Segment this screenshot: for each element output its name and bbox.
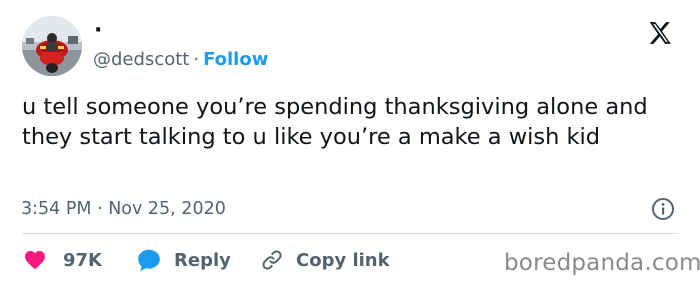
link-icon: [262, 250, 282, 270]
reply-label: Reply: [174, 249, 231, 271]
handle-separator: ·: [193, 49, 200, 70]
follow-button[interactable]: Follow: [203, 49, 268, 70]
copy-link-button[interactable]: Copy link: [260, 246, 390, 274]
tweet-card: · @dedscott · Follow u tell someone you’re…: [0, 0, 700, 287]
info-icon[interactable]: [651, 197, 675, 221]
watermark-text: boredpanda.com: [504, 250, 700, 276]
display-name[interactable]: ·: [94, 18, 102, 44]
copy-link-label: Copy link: [296, 249, 390, 271]
x-logo-icon[interactable]: [647, 20, 673, 46]
handle-row: @dedscott · Follow: [93, 49, 268, 71]
divider: [22, 233, 678, 234]
author-handle[interactable]: @dedscott: [93, 49, 189, 70]
motorcycle-rider-avatar-icon: [22, 16, 82, 76]
speech-bubble-icon: [138, 249, 160, 272]
like-button[interactable]: 97K: [22, 246, 102, 274]
like-count: 97K: [63, 249, 102, 271]
reply-button[interactable]: Reply: [136, 246, 231, 274]
tweet-text: u tell someone you’re spending thanksgiv…: [22, 94, 648, 150]
avatar[interactable]: [22, 16, 82, 76]
heart-icon: [25, 251, 45, 270]
tweet-timestamp[interactable]: 3:54 PM · Nov 25, 2020: [21, 198, 226, 220]
